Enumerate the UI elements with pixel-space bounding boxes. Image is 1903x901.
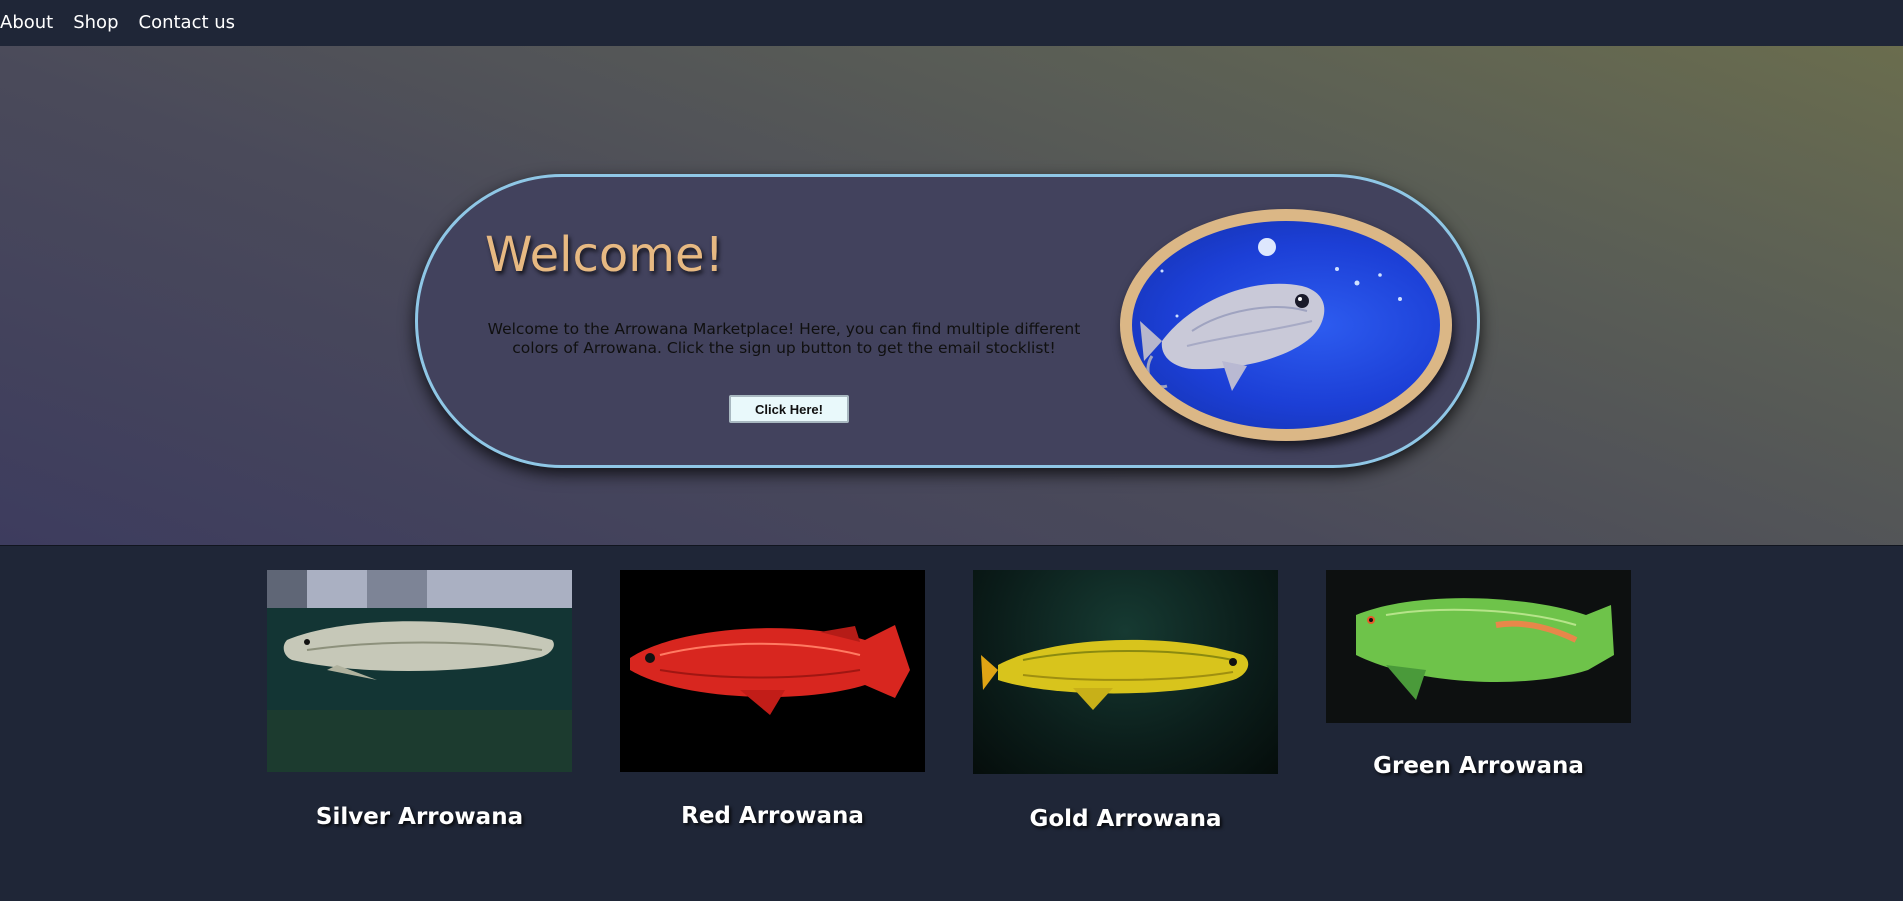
silver-arrowana-photo-icon [267,570,572,772]
product-title[interactable]: Silver Arrowana [267,804,572,830]
welcome-text: Welcome to the Arrowana Marketplace! Her… [487,320,1081,357]
top-nav: About Shop Contact us [0,0,1903,46]
silver-arrowana-image [267,570,572,772]
gold-arrowana-image [973,570,1278,774]
green-arrowana-image [1326,570,1631,723]
nav-link-shop[interactable]: Shop [73,14,118,32]
click-here-button[interactable]: Click Here! [729,395,849,423]
product-title[interactable]: Red Arrowana [620,803,925,829]
nav-link-about[interactable]: About [0,14,53,32]
arrowana-portrait [1120,209,1452,441]
product-grid: Silver Arrowana Red Arrowana Gold Arrowa… [0,546,1903,901]
product-title[interactable]: Gold Arrowana [973,806,1278,832]
green-arrowana-photo-icon [1356,598,1614,700]
product-title[interactable]: Green Arrowana [1326,753,1631,779]
welcome-heading: Welcome! [485,227,724,283]
arrowana-photo-icon [1140,238,1402,391]
hero-section: Welcome! Welcome to the Arrowana Marketp… [0,46,1903,546]
red-arrowana-photo-icon [630,625,910,715]
welcome-card: Welcome! Welcome to the Arrowana Marketp… [415,174,1480,468]
red-arrowana-image [620,570,925,772]
gold-arrowana-photo-icon [981,639,1249,710]
nav-link-contact[interactable]: Contact us [139,14,236,32]
